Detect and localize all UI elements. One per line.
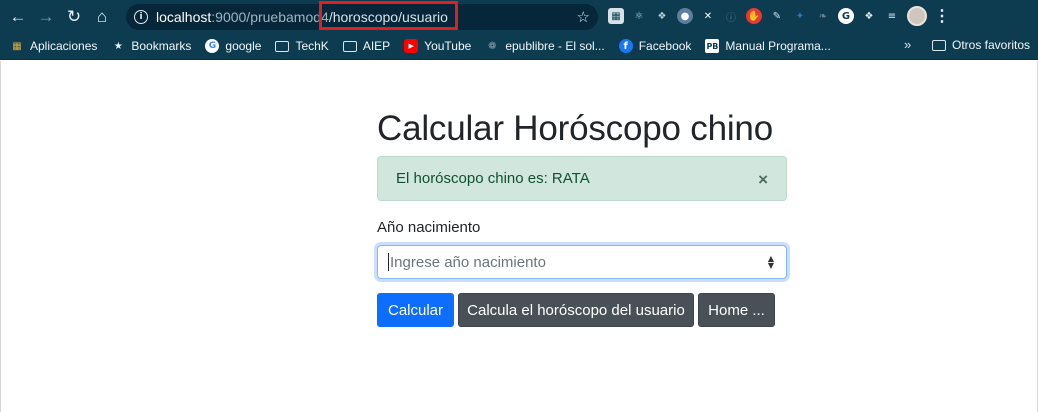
adblock-extension-icon[interactable]: ✋: [746, 8, 762, 24]
x-extension-icon[interactable]: ✕: [700, 8, 716, 24]
bookmark-aiep[interactable]: AIEP: [342, 39, 390, 53]
bookmark-manual-programa[interactable]: PB Manual Programa...: [705, 39, 831, 53]
pb-icon: PB: [705, 39, 720, 53]
circle-extension-icon[interactable]: ●: [677, 8, 693, 24]
year-input[interactable]: Ingrese año nacimiento ▲ ▼: [377, 245, 787, 279]
bookmark-techk[interactable]: TechK: [275, 39, 329, 53]
url-highlight-box: [319, 1, 458, 30]
epublibre-icon: ❁: [488, 40, 497, 52]
puzzle-extensions-icon[interactable]: ❖: [861, 8, 877, 24]
facebook-icon: f: [618, 39, 633, 53]
grammarly-extension-icon[interactable]: G: [838, 8, 854, 24]
reading-list-icon[interactable]: ≡: [884, 8, 900, 24]
youtube-icon: ▶: [404, 39, 419, 53]
bookmark-bookmarks[interactable]: ★ Bookmarks: [111, 39, 192, 53]
menu-kebab-icon[interactable]: ⋮: [934, 6, 950, 26]
close-icon[interactable]: ×: [758, 170, 768, 190]
qr-extension-icon[interactable]: ▦: [608, 8, 624, 24]
bookmark-otros-favoritos[interactable]: Otros favoritos: [932, 38, 1030, 52]
react-extension-icon[interactable]: ⚛: [631, 8, 647, 24]
number-spinner-icon[interactable]: ▲ ▼: [768, 255, 774, 270]
apps-grid-icon: ▦: [12, 40, 22, 52]
back-arrow-icon[interactable]: ←: [4, 3, 32, 31]
page-content: Calcular Horóscopo chino El horóscopo ch…: [0, 61, 1038, 412]
bookmark-youtube[interactable]: ▶ YouTube: [404, 39, 471, 53]
dropbox-extension-icon[interactable]: ❖: [654, 8, 670, 24]
profile-avatar[interactable]: [907, 6, 927, 26]
pen-extension-icon[interactable]: ✎: [769, 8, 785, 24]
home-button[interactable]: Home ...: [698, 293, 775, 327]
text-caret: [388, 253, 389, 271]
extensions-bar: ▦ ⚛ ❖ ● ✕ ⓘ ✋ ✎ ✦ ❧ G ❖ ≡ ⋮: [608, 6, 950, 26]
leaf-extension-icon[interactable]: ❧: [815, 8, 831, 24]
bookmark-epublibre[interactable]: ❁ epublibre - El sol...: [485, 39, 605, 53]
site-info-icon[interactable]: i: [134, 10, 148, 24]
alert-message: El horóscopo chino es: RATA: [396, 170, 590, 187]
bookmark-google[interactable]: G google: [205, 39, 261, 53]
bookmark-facebook[interactable]: f Facebook: [618, 39, 691, 53]
year-label: Año nacimiento: [377, 219, 481, 236]
reload-icon[interactable]: ↻: [60, 3, 88, 31]
bookmark-aplicaciones[interactable]: ▦ Aplicaciones: [10, 39, 97, 53]
home-icon[interactable]: ⌂: [88, 3, 116, 31]
bookmark-star-icon[interactable]: ☆: [577, 8, 590, 26]
result-alert: El horóscopo chino es: RATA ×: [377, 156, 787, 201]
calcular-usuario-button[interactable]: Calcula el horóscopo del usuario: [458, 293, 694, 327]
bookmarks-bar: ▦ Aplicaciones ★ Bookmarks G google Tech…: [0, 33, 1038, 60]
google-icon: G: [205, 39, 220, 53]
star-icon: ★: [113, 40, 123, 52]
page-title: Calcular Horóscopo chino: [377, 109, 773, 148]
folder-icon: [342, 40, 357, 52]
folder-icon: [275, 40, 290, 52]
disabled-extension-icon[interactable]: ⓘ: [723, 8, 739, 24]
year-placeholder: Ingrese año nacimiento: [390, 253, 546, 271]
more-bookmarks-chevron-icon[interactable]: »: [904, 37, 911, 52]
feather-extension-icon[interactable]: ✦: [792, 8, 808, 24]
browser-toolbar: ← → ↻ ⌂ i localhost:9000/pruebamod4/horo…: [0, 0, 1038, 33]
folder-icon: [932, 39, 946, 51]
forward-arrow-icon[interactable]: →: [32, 3, 60, 31]
calcular-button[interactable]: Calcular: [377, 293, 454, 327]
